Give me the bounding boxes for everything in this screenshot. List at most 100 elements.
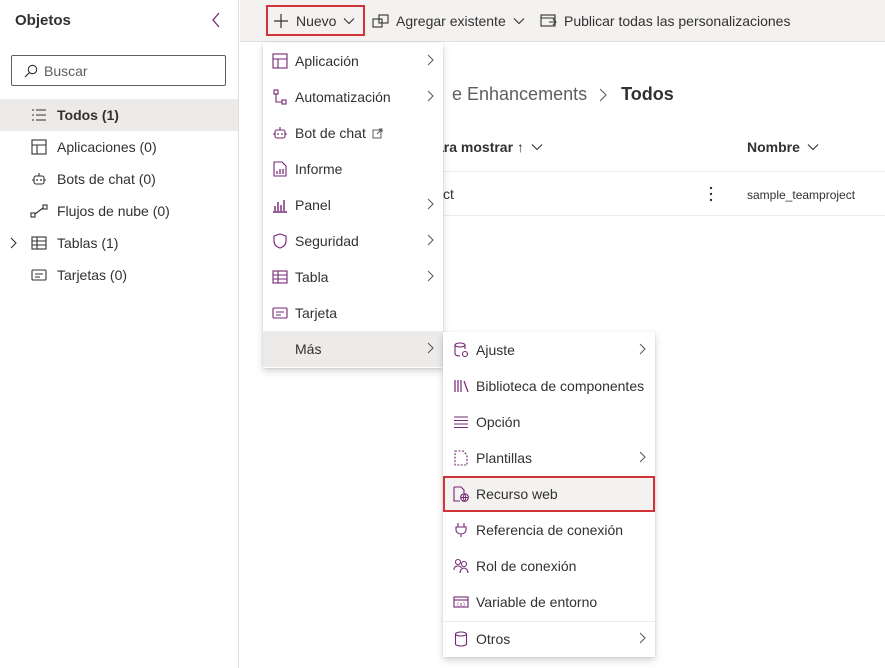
bot-icon: [30, 170, 48, 188]
grid-divider: [436, 171, 885, 172]
nav-item-cloud-flows[interactable]: Flujos de nube (0): [0, 195, 238, 227]
new-button-label: Nuevo: [296, 12, 337, 29]
menu-item-label: Tabla: [295, 269, 329, 285]
nav-item-count: (1): [101, 107, 119, 123]
menu-item-label: Rol de conexión: [476, 558, 577, 574]
table-icon: [30, 234, 48, 252]
more-submenu: Ajuste Biblioteca de componentes Opción …: [443, 332, 655, 657]
svg-text:(x): (x): [456, 602, 465, 608]
breadcrumb-parent[interactable]: e Enhancements: [452, 84, 587, 105]
menu-item-label: Opción: [476, 414, 521, 430]
nav-item-count: (1): [101, 235, 119, 251]
chevron-right-icon: [599, 88, 607, 102]
menu-item-label: Más: [295, 341, 322, 357]
chevron-down-icon: [531, 143, 543, 151]
nav-item-apps[interactable]: Aplicaciones (0): [0, 131, 238, 163]
web-resource-icon: [452, 485, 470, 503]
chevron-right-icon: [427, 270, 434, 282]
add-existing-button[interactable]: Agregar existente: [372, 5, 525, 36]
nav-item-label: Tarjetas: [57, 267, 107, 283]
nav-item-cards[interactable]: Tarjetas (0): [0, 259, 238, 291]
chevron-right-icon: [427, 198, 434, 210]
new-button[interactable]: Nuevo: [266, 5, 366, 36]
menu-item-label: Biblioteca de componentes: [476, 378, 645, 394]
column-header-label: ara mostrar ↑: [436, 139, 524, 155]
menu-item-templates[interactable]: Plantillas: [443, 440, 655, 476]
pane-title: Objetos: [15, 12, 71, 29]
plug-icon: [452, 521, 470, 539]
collapse-pane-button[interactable]: [206, 8, 226, 32]
menu-item-environment-variable[interactable]: (x) Variable de entorno: [443, 584, 655, 620]
chevron-down-icon: [807, 143, 819, 151]
chevron-right-icon: [427, 234, 434, 246]
column-header-display-name[interactable]: ara mostrar ↑: [436, 139, 543, 155]
people-icon: [452, 557, 470, 575]
chevron-down-icon: [513, 17, 525, 25]
menu-item-card[interactable]: Tarjeta: [263, 295, 443, 331]
menu-item-connection-reference[interactable]: Referencia de conexión: [443, 512, 655, 548]
publish-all-button[interactable]: Publicar todas las personalizaciones: [540, 5, 790, 36]
menu-item-report[interactable]: Informe: [263, 151, 443, 187]
list-icon: [30, 106, 48, 124]
menu-item-label: Referencia de conexión: [476, 522, 624, 538]
command-bar: Nuevo Agregar existente Publicar todas l…: [240, 0, 885, 42]
bot-icon: [271, 124, 289, 142]
nav-item-label: Bots de chat: [57, 171, 135, 187]
nav-item-all[interactable]: Todos (1): [0, 99, 238, 131]
menu-item-label: Recurso web: [476, 486, 558, 502]
nav-item-label: Aplicaciones: [57, 139, 136, 155]
menu-item-label: Aplicación: [295, 53, 359, 69]
menu-item-setting[interactable]: Ajuste: [443, 332, 655, 368]
nav-item-tables[interactable]: Tablas (1): [0, 227, 238, 259]
nav-item-label: Flujos de nube: [57, 203, 149, 219]
app-icon: [271, 52, 289, 70]
chevron-right-icon[interactable]: [8, 236, 20, 250]
card-icon: [30, 266, 48, 284]
column-header-label: Nombre: [747, 139, 800, 155]
publish-icon: [540, 12, 558, 30]
table-icon: [271, 268, 289, 286]
column-header-name[interactable]: Nombre: [747, 139, 819, 155]
automation-icon: [271, 88, 289, 106]
dashboard-icon: [271, 196, 289, 214]
add-existing-icon: [372, 12, 390, 30]
menu-item-others[interactable]: Otros: [443, 621, 655, 657]
table-row-name: sample_teamproject: [747, 188, 856, 202]
menu-item-web-resource[interactable]: Recurso web: [443, 476, 655, 512]
apps-icon: [30, 138, 48, 156]
new-dropdown-menu: Aplicación Automatización Bot de chat In…: [263, 43, 443, 368]
chevron-down-icon: [343, 17, 355, 25]
search-input[interactable]: Buscar: [11, 55, 226, 86]
table-row-display-name[interactable]: ct: [443, 186, 454, 202]
menu-item-chatbot[interactable]: Bot de chat: [263, 115, 443, 151]
nav-item-count: (0): [152, 203, 170, 219]
menu-item-dashboard[interactable]: Panel: [263, 187, 443, 223]
menu-item-app[interactable]: Aplicación: [263, 43, 443, 79]
menu-item-security[interactable]: Seguridad: [263, 223, 443, 259]
menu-item-label: Variable de entorno: [476, 594, 598, 610]
setting-icon: [452, 341, 470, 359]
option-icon: [452, 413, 470, 431]
menu-item-automation[interactable]: Automatización: [263, 79, 443, 115]
chevron-right-icon: [427, 342, 434, 354]
shield-icon: [271, 232, 289, 250]
menu-item-label: Plantillas: [476, 450, 533, 466]
menu-item-label: Tarjeta: [295, 305, 338, 321]
menu-item-connection-role[interactable]: Rol de conexión: [443, 548, 655, 584]
menu-item-label: Automatización: [295, 89, 391, 105]
menu-item-option[interactable]: Opción: [443, 404, 655, 440]
menu-item-more[interactable]: Más: [263, 331, 443, 367]
library-icon: [452, 377, 470, 395]
chevron-right-icon: [427, 54, 434, 66]
chevron-right-icon: [639, 451, 646, 463]
chevron-right-icon: [639, 343, 646, 355]
add-existing-label: Agregar existente: [396, 12, 506, 29]
menu-item-component-library[interactable]: Biblioteca de componentes: [443, 368, 655, 404]
nav-item-chatbots[interactable]: Bots de chat (0): [0, 163, 238, 195]
menu-item-label: Otros: [476, 631, 511, 647]
external-link-icon: [372, 128, 383, 139]
menu-item-label: Seguridad: [295, 233, 359, 249]
more-options-icon[interactable]: [704, 184, 718, 204]
menu-item-table[interactable]: Tabla: [263, 259, 443, 295]
nav-item-count: (0): [139, 139, 157, 155]
